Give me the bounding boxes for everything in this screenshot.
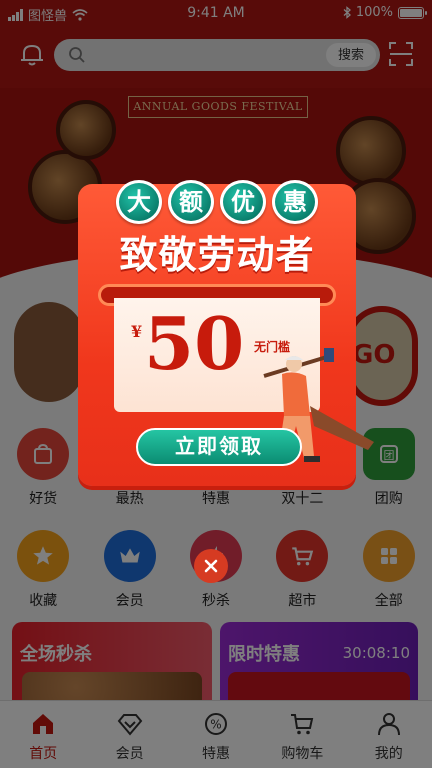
popup-headline: 致敬劳动者: [119, 232, 315, 277]
worker-illustration: [263, 348, 374, 462]
coupon-amount: 50: [144, 301, 245, 386]
close-icon: [204, 559, 218, 573]
badge: 优: [220, 180, 266, 224]
badge: 额: [168, 180, 214, 224]
badge: 大: [116, 180, 162, 224]
claim-button[interactable]: 立即领取: [136, 428, 302, 466]
badge-row: 大 额 优 惠: [116, 180, 318, 224]
coupon-popup: 大 额 优 惠 致敬劳动者 ¥ 50 无门槛 立即领取: [78, 180, 374, 486]
currency-symbol: ¥: [131, 322, 143, 341]
badge: 惠: [272, 180, 318, 224]
close-button[interactable]: [194, 549, 228, 583]
